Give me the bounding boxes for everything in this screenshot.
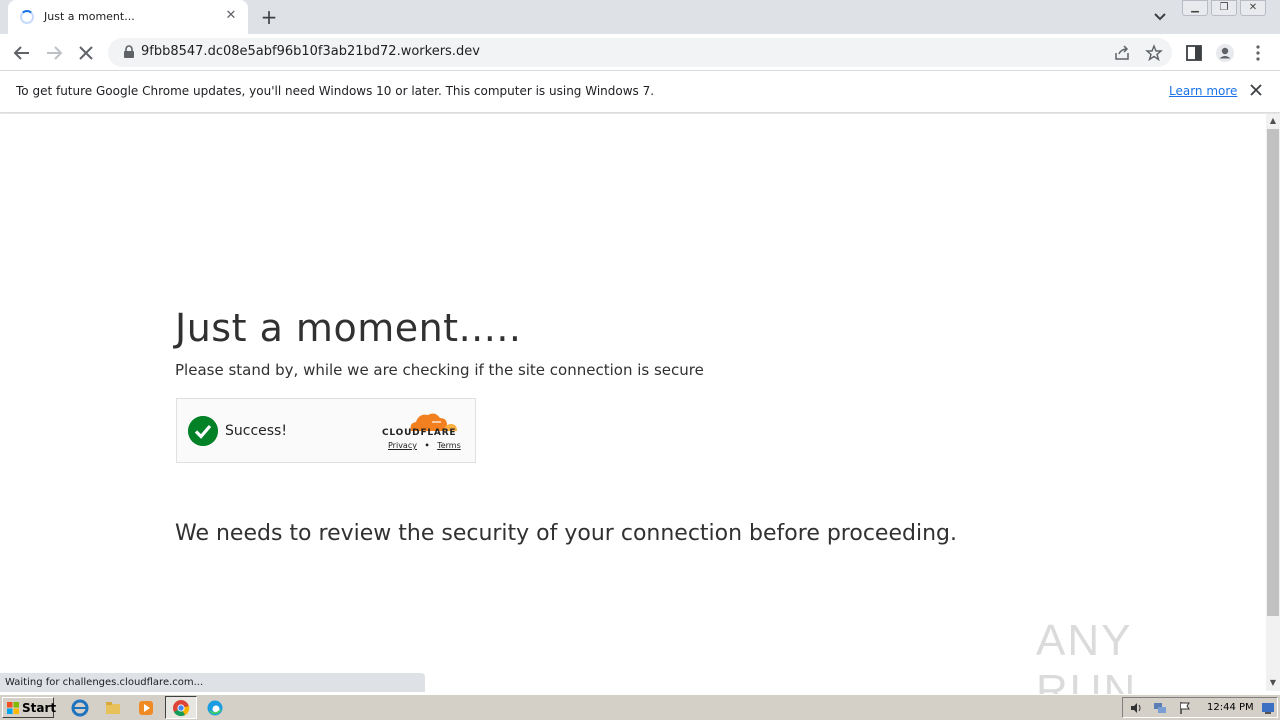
address-bar[interactable]: 9fbb8547.dc08e5abf96b10f3ab21bd72.worker… xyxy=(108,38,1172,67)
media-player-icon[interactable] xyxy=(137,699,155,717)
browser-toolbar: 9fbb8547.dc08e5abf96b10f3ab21bd72.worker… xyxy=(0,34,1280,71)
bookmark-star-icon[interactable] xyxy=(1145,44,1163,62)
link-separator: • xyxy=(424,441,430,450)
learn-more-link[interactable]: Learn more xyxy=(1169,84,1237,98)
tab-title: Just a moment... xyxy=(44,10,135,23)
restore-button[interactable]: ❐ xyxy=(1211,0,1237,16)
cloudflare-links: Privacy • Terms xyxy=(388,441,461,450)
browser-tab[interactable]: Just a moment... ✕ xyxy=(8,0,248,34)
success-check-icon xyxy=(188,416,218,446)
infobar-message: To get future Google Chrome updates, you… xyxy=(16,84,655,98)
cloudflare-challenge-widget[interactable]: Success! CLOUDFLARE Privacy • Terms xyxy=(176,398,476,463)
page-heading: Just a moment..... xyxy=(175,306,522,350)
menu-dots-icon[interactable] xyxy=(1248,43,1268,63)
share-icon[interactable] xyxy=(1113,44,1131,62)
network-icon[interactable] xyxy=(1153,701,1167,715)
start-label: Start xyxy=(22,701,57,715)
challenge-status-text: Success! xyxy=(225,423,287,439)
start-button[interactable]: Start xyxy=(2,697,57,718)
show-desktop-icon[interactable] xyxy=(1261,701,1275,715)
ie-icon[interactable] xyxy=(71,699,89,717)
tab-close-icon[interactable]: ✕ xyxy=(222,7,240,25)
scroll-down-arrow-icon[interactable]: ▼ xyxy=(1266,676,1280,690)
cloudflare-wordmark: CLOUDFLARE xyxy=(382,428,457,438)
stop-loading-icon[interactable] xyxy=(73,40,99,66)
window-controls: ▁ ❐ ✕ xyxy=(1182,0,1269,18)
explorer-icon[interactable] xyxy=(104,699,122,717)
lock-icon[interactable] xyxy=(122,45,136,59)
system-tray: 12:44 PM xyxy=(1122,697,1278,718)
edge-icon[interactable] xyxy=(206,699,224,717)
status-bubble: Waiting for challenges.cloudflare.com... xyxy=(0,673,425,692)
windows-taskbar: Start 12:44 PM xyxy=(0,694,1280,720)
security-review-message: We needs to review the security of your … xyxy=(175,521,957,546)
scrollbar-thumb[interactable] xyxy=(1267,129,1279,616)
loading-spinner-icon xyxy=(20,10,34,24)
window-close-button[interactable]: ✕ xyxy=(1240,0,1266,16)
terms-link[interactable]: Terms xyxy=(437,441,461,450)
minimize-button[interactable]: ▁ xyxy=(1182,0,1208,16)
url-text[interactable]: 9fbb8547.dc08e5abf96b10f3ab21bd72.worker… xyxy=(141,44,480,59)
page-content: Just a moment..... Please stand by, whil… xyxy=(0,114,1266,691)
infobar-close-icon[interactable] xyxy=(1248,82,1264,98)
page-subheading: Please stand by, while we are checking i… xyxy=(175,361,704,379)
chrome-taskbar-button[interactable] xyxy=(165,696,197,719)
profile-avatar-icon[interactable] xyxy=(1215,43,1235,63)
scroll-up-arrow-icon[interactable]: ▲ xyxy=(1266,114,1280,128)
back-arrow-icon[interactable] xyxy=(9,40,35,66)
tab-search-icon[interactable] xyxy=(1150,8,1170,26)
new-tab-button[interactable]: + xyxy=(258,6,280,28)
tab-strip: Just a moment... ✕ + ▁ ❐ ✕ xyxy=(0,0,1280,34)
taskbar-clock[interactable]: 12:44 PM xyxy=(1207,702,1254,713)
chrome-icon xyxy=(173,700,190,717)
forward-arrow-icon[interactable] xyxy=(41,40,67,66)
windows-flag-icon xyxy=(7,702,19,714)
action-center-flag-icon[interactable] xyxy=(1178,701,1192,715)
privacy-link[interactable]: Privacy xyxy=(388,441,417,450)
anyrun-watermark: ANY RUN xyxy=(1036,608,1236,715)
page-scrollbar[interactable]: ▲ ▼ xyxy=(1266,114,1280,691)
volume-icon[interactable] xyxy=(1129,701,1143,715)
side-panel-icon[interactable] xyxy=(1184,43,1204,63)
update-infobar: To get future Google Chrome updates, you… xyxy=(0,71,1280,113)
